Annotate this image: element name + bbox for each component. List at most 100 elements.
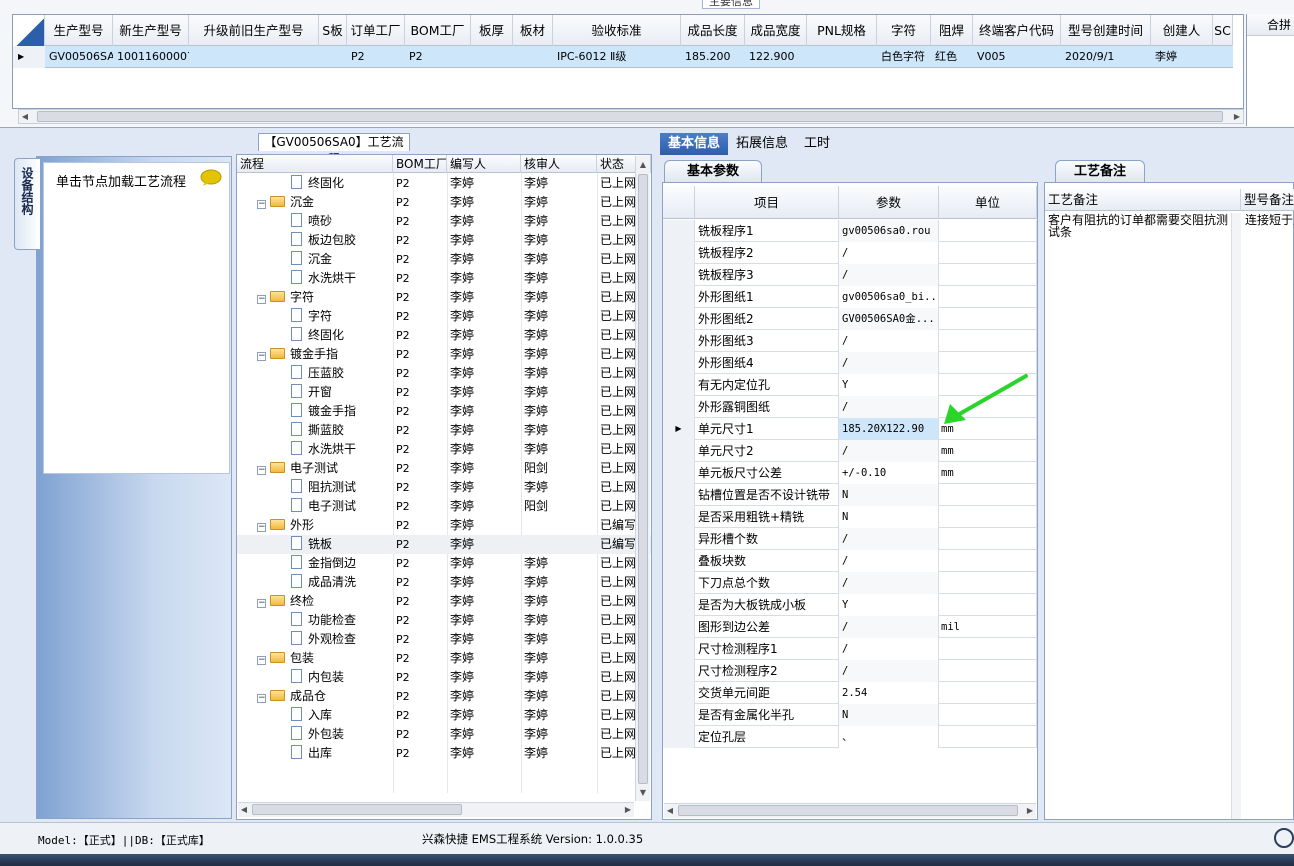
scroll-thumb[interactable] [678,805,1018,816]
product-col-header[interactable]: SC [1213,15,1233,46]
product-cell[interactable] [807,46,877,68]
tree-row[interactable]: − 外形 P2 李婷 已编写 [237,516,651,535]
tree-col-header[interactable]: 流程 [237,155,393,173]
param-value[interactable]: / [839,638,939,660]
process-remark-tab[interactable]: 工艺备注 [1055,160,1145,182]
scroll-thumb[interactable] [37,111,1223,122]
product-cell[interactable]: P2 [347,46,405,68]
tree-row[interactable]: 铣板 P2 李婷 已编写 [237,535,651,554]
basic-params-tab[interactable]: 基本参数 [664,160,762,182]
top-horizontal-scrollbar[interactable]: ◀ ▶ [18,109,1244,124]
tree-vertical-scrollbar[interactable]: ▲ ▼ [635,156,650,801]
collapse-toggle-icon[interactable]: − [257,599,266,608]
param-value[interactable]: Y [839,594,939,616]
param-row[interactable]: 尺寸检测程序2/ [663,660,1037,682]
param-value[interactable]: gv00506sa0.rou [839,220,939,242]
product-col-header[interactable]: 成品长度 [681,15,745,46]
params-horizontal-scrollbar[interactable]: ◀ ▶ [664,803,1036,818]
product-col-header[interactable]: 验收标准 [553,15,681,46]
tree-row[interactable]: 内包装 P2 李婷 李婷 已上网 [237,668,651,687]
tree-row[interactable]: − 电子测试 P2 李婷 阳剑 已上网 [237,459,651,478]
param-row[interactable]: 外形图纸2 GV00506SA0金... [663,308,1037,330]
tab-basic-info[interactable]: 基本信息 [660,133,729,155]
tree-row[interactable]: − 包装 P2 李婷 李婷 已上网 [237,649,651,668]
param-value[interactable]: +/-0.10 [839,462,939,484]
param-value[interactable]: 、 [839,726,939,748]
param-row[interactable]: 外形图纸4/ [663,352,1037,374]
param-value[interactable]: Y [839,374,939,396]
param-row[interactable]: 铣板程序2/ [663,242,1037,264]
product-cell[interactable]: 2020/9/1 [1061,46,1151,68]
param-value[interactable]: N [839,704,939,726]
tree-row[interactable]: 终固化 P2 李婷 李婷 已上网 [237,174,651,193]
product-grid[interactable]: 生产型号 新生产型号 升级前旧生产型号 S板 订单工厂 BOM工厂 板厚 板材 验收标准 成品长度… [12,14,1244,109]
device-structure-tab[interactable]: 设备结构 [14,158,40,250]
param-value[interactable]: / [839,352,939,374]
tree-horizontal-scrollbar[interactable]: ◀ ▶ [238,802,634,817]
product-col-header[interactable]: 生产型号 [45,15,113,46]
param-row[interactable]: 下刀点总个数 / [663,572,1037,594]
param-row[interactable]: 交货单元间距 2.54 [663,682,1037,704]
param-value[interactable]: / [839,528,939,550]
product-cell[interactable]: GV00506SA0 [45,46,113,68]
param-value[interactable]: gv00506sa0_bi... [839,286,939,308]
product-cell[interactable]: P2 [405,46,471,68]
tree-row[interactable]: 镀金手指 P2 李婷 李婷 已上网 [237,402,651,421]
param-value[interactable]: / [839,572,939,594]
param-row[interactable]: 叠板块数 / [663,550,1037,572]
tree-row[interactable]: 压蓝胶 P2 李婷 李婷 已上网 [237,364,651,383]
product-col-header[interactable]: 新生产型号 [113,15,189,46]
product-cell[interactable]: IPC-6012 Ⅱ级 [553,46,681,68]
param-row[interactable]: 单元尺寸2/mm [663,440,1037,462]
tree-row[interactable]: 入库 P2 李婷 李婷 已上网 [237,706,651,725]
tab-extended-info[interactable]: 拓展信息 [728,133,796,155]
tree-row[interactable]: − 终检 P2 李婷 李婷 已上网 [237,592,651,611]
param-value[interactable]: / [839,264,939,286]
tree-row[interactable]: − 镀金手指 P2 李婷 李婷 已上网 [237,345,651,364]
product-cell[interactable] [189,46,319,68]
product-cell[interactable] [513,46,553,68]
param-value[interactable]: / [839,396,939,418]
collapse-toggle-icon[interactable]: − [257,694,266,703]
product-col-header[interactable]: PNL规格 [807,15,877,46]
product-col-header[interactable]: 终端客户代码 [973,15,1061,46]
param-value[interactable]: 185.20X122.90 [839,418,939,440]
process-flow-tree[interactable]: 流程 BOM工厂 编写人 核审人 状态 终固化 P2 李婷 李婷 已上网 − 沉金 P2 李婷 李婷 已上网… [236,154,652,820]
scroll-right-icon[interactable]: ▶ [624,803,632,816]
param-row[interactable]: 是否有金属化半孔 N [663,704,1037,726]
product-cell[interactable]: 白色字符 [877,46,931,68]
product-col-header[interactable]: 型号创建时间 [1061,15,1151,46]
product-cell[interactable]: 红色 [931,46,973,68]
tree-row[interactable]: 板边包胶 P2 李婷 李婷 已上网 [237,231,651,250]
tree-row[interactable]: − 沉金 P2 李婷 李婷 已上网 [237,193,651,212]
model-remark-text[interactable]: 连接短于允许露铜 [1245,214,1294,226]
collapse-toggle-icon[interactable]: − [257,200,266,209]
product-col-header[interactable]: 板材 [513,15,553,46]
tree-row[interactable]: 金指倒边 P2 李婷 李婷 已上网 [237,554,651,573]
tree-row[interactable]: 水洗烘干 P2 李婷 李婷 已上网 [237,269,651,288]
tree-row[interactable]: 外包装 P2 李婷 李婷 已上网 [237,725,651,744]
param-value[interactable]: / [839,616,939,638]
product-cell[interactable]: V005 [973,46,1061,68]
tree-col-header[interactable]: 编写人 [447,155,521,173]
product-col-header[interactable]: 创建人 [1151,15,1213,46]
scroll-right-icon[interactable]: ▶ [1026,804,1034,817]
param-row[interactable]: 是否为大板铣成小板 Y [663,594,1037,616]
product-col-header[interactable]: 订单工厂 [347,15,405,46]
param-row[interactable]: 图形到边公差 / mil [663,616,1037,638]
product-cell[interactable]: 10011600007020 [113,46,189,68]
param-row[interactable]: 外形图纸3/ [663,330,1037,352]
param-value[interactable]: / [839,550,939,572]
param-value[interactable]: / [839,242,939,264]
param-value[interactable]: N [839,484,939,506]
collapse-toggle-icon[interactable]: − [257,295,266,304]
product-col-header[interactable]: BOM工厂 [405,15,471,46]
scroll-up-icon[interactable]: ▲ [639,158,647,171]
collapse-toggle-icon[interactable]: − [257,523,266,532]
tree-row[interactable]: 字符 P2 李婷 李婷 已上网 [237,307,651,326]
product-cell[interactable] [471,46,513,68]
remark-scrollbar[interactable] [1231,213,1241,819]
collapse-toggle-icon[interactable]: − [257,656,266,665]
tree-row[interactable]: 阻抗测试 P2 李婷 李婷 已上网 [237,478,651,497]
param-row[interactable]: 钻槽位置是否不设计铣带 N [663,484,1037,506]
